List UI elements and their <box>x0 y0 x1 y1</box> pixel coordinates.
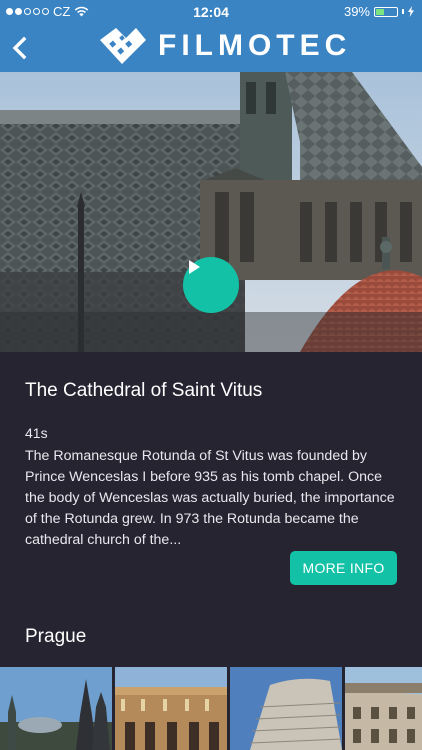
brand-name: FILMOTEC <box>158 29 352 62</box>
status-bar: CZ 12:04 39% <box>0 0 422 24</box>
back-button[interactable] <box>6 34 34 62</box>
play-button[interactable] <box>183 257 239 313</box>
chevron-left-icon <box>12 36 27 60</box>
prague-thumb-4[interactable] <box>345 667 422 750</box>
filmotec-logo-icon <box>100 28 146 64</box>
battery-percent: 39% <box>343 4 370 19</box>
video-description: The Romanesque Rotunda of St Vitus was f… <box>25 448 395 548</box>
lightning-icon <box>408 6 414 17</box>
prague-thumb-3[interactable] <box>230 667 342 750</box>
video-duration: 41s <box>25 425 48 441</box>
prague-thumb-2[interactable] <box>115 667 227 750</box>
brand-logo: FILMOTEC <box>96 26 351 66</box>
thumbnail-image <box>230 667 342 750</box>
more-info-button[interactable]: MORE INFO <box>290 551 397 585</box>
battery-icon <box>374 6 398 17</box>
video-player[interactable] <box>0 72 422 352</box>
status-right: 39% <box>344 4 414 19</box>
battery-tip <box>402 9 404 14</box>
thumbnail-strip[interactable] <box>0 667 422 750</box>
section-title: Prague <box>25 626 87 647</box>
thumbnail-image <box>115 667 227 750</box>
video-title: The Cathedral of Saint Vitus <box>25 380 263 401</box>
thumbnail-image <box>345 667 422 750</box>
prague-thumb-1[interactable] <box>0 667 112 750</box>
thumbnail-image <box>0 667 112 750</box>
play-icon <box>189 260 200 274</box>
top-bar: CZ 12:04 39% FILMOTEC <box>0 0 422 72</box>
